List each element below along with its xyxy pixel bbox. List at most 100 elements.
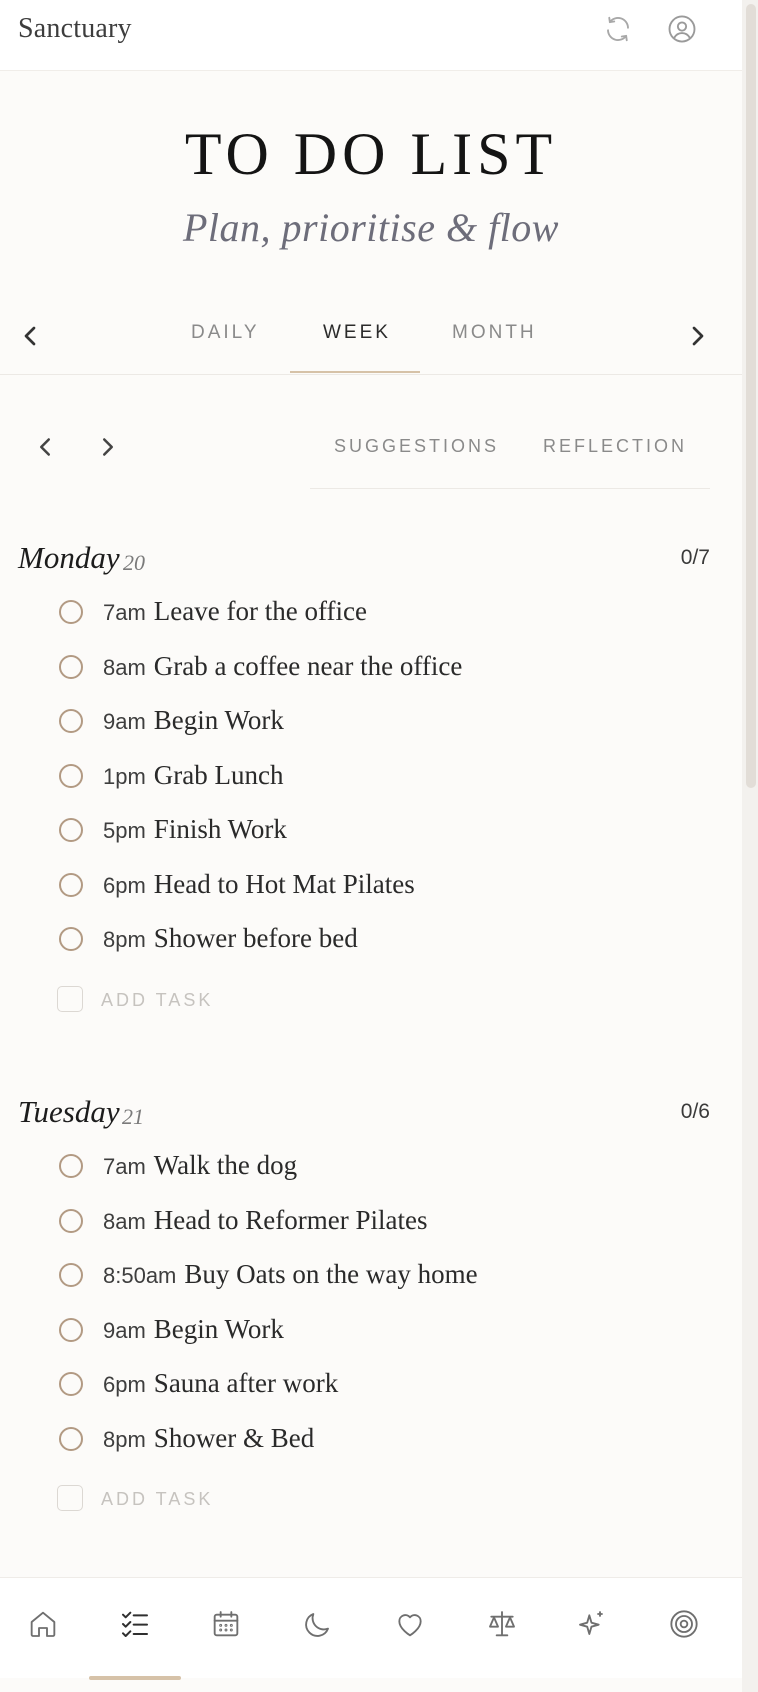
active-tab-indicator (290, 371, 420, 373)
task-checkbox[interactable] (59, 763, 83, 788)
scrollbar-thumb[interactable] (746, 4, 756, 788)
home-icon[interactable] (27, 1608, 59, 1640)
task-label: Begin Work (153, 1313, 284, 1344)
week-sub-nav: SUGGESTIONS REFLECTION (0, 420, 742, 490)
day-section-tuesday: Tuesday 21 0/6 7am Walk the dog 8am Head t… (0, 1092, 742, 1529)
scrollbar[interactable] (742, 0, 758, 1692)
task-checkbox[interactable] (59, 1208, 83, 1233)
calendar-icon[interactable] (210, 1608, 242, 1640)
task-checkbox[interactable] (59, 818, 83, 842)
task-text[interactable]: 8pm Shower before bed (103, 923, 358, 954)
sub-tabs-divider (310, 488, 710, 489)
app: Sanctuary TO DO LIST Plan, prioritise & … (0, 0, 742, 1692)
task-checkbox[interactable] (59, 1154, 83, 1178)
task-item[interactable]: 8am Head to Reformer Pilates (0, 1197, 742, 1252)
task-label: Shower & Bed (153, 1422, 315, 1453)
task-checkbox[interactable] (59, 709, 83, 733)
add-task-row[interactable]: ADD TASK (0, 1469, 742, 1529)
target-icon[interactable] (668, 1608, 700, 1640)
task-text[interactable]: 6pm Sauna after work (103, 1368, 338, 1399)
tab-reflection[interactable]: REFLECTION (543, 436, 687, 457)
brand-name[interactable]: Sanctuary (18, 13, 132, 45)
chevron-left-icon[interactable] (14, 320, 46, 352)
task-item[interactable]: 8pm Shower before bed (0, 915, 742, 970)
add-task-row[interactable]: ADD TASK (0, 970, 742, 1030)
checklist-icon[interactable] (119, 1608, 151, 1640)
tab-week[interactable]: WEEK (323, 322, 391, 344)
tab-daily[interactable]: DAILY (191, 322, 260, 344)
day-header: Tuesday 21 0/6 (0, 1092, 742, 1142)
refresh-icon[interactable] (603, 14, 633, 44)
task-checkbox[interactable] (59, 872, 83, 897)
task-text[interactable]: 8am Grab a coffee near the office (103, 651, 462, 682)
task-text[interactable]: 9am Begin Work (103, 1314, 284, 1345)
task-text[interactable]: 1pm Grab Lunch (103, 760, 284, 791)
task-time: 8am (103, 654, 146, 680)
task-time: 9am (103, 709, 146, 734)
chevron-right-icon[interactable] (682, 320, 714, 352)
task-checkbox[interactable] (59, 1372, 83, 1396)
task-checkbox[interactable] (59, 1263, 83, 1287)
tab-month[interactable]: MONTH (452, 322, 537, 344)
task-item[interactable]: 7am Walk the dog (0, 1142, 742, 1197)
task-time: 6pm (103, 1372, 146, 1397)
bottom-nav (0, 1577, 742, 1680)
add-task-checkbox[interactable] (57, 985, 83, 1012)
task-label: Leave for the office (153, 596, 367, 626)
task-item[interactable]: 9am Begin Work (0, 697, 742, 752)
task-item[interactable]: 6pm Sauna after work (0, 1360, 742, 1415)
moon-icon[interactable] (302, 1608, 334, 1640)
task-text[interactable]: 9am Begin Work (103, 705, 284, 736)
task-item[interactable]: 9am Begin Work (0, 1306, 742, 1361)
period-tabs: DAILY WEEK MONTH (0, 300, 742, 375)
task-item[interactable]: 7am Leave for the office (0, 588, 742, 643)
task-label: Grab a coffee near the office (153, 650, 463, 681)
add-task-input[interactable]: ADD TASK (101, 990, 213, 1011)
task-text[interactable]: 7am Walk the dog (103, 1150, 297, 1181)
task-time: 8pm (103, 1426, 146, 1452)
task-time: 5pm (103, 818, 146, 843)
task-checkbox[interactable] (59, 1426, 83, 1451)
task-time: 1pm (103, 763, 146, 789)
task-label: Buy Oats on the way home (184, 1259, 478, 1289)
day-header: Monday 20 0/7 (0, 538, 742, 588)
task-checkbox[interactable] (59, 654, 83, 679)
sparkle-icon[interactable] (576, 1608, 608, 1640)
prev-week-icon[interactable] (30, 432, 60, 462)
task-checkbox[interactable] (59, 927, 83, 951)
task-count: 0/6 (680, 1100, 710, 1123)
task-text[interactable]: 8:50am Buy Oats on the way home (103, 1259, 478, 1290)
task-time: 8am (103, 1208, 146, 1234)
task-time: 9am (103, 1317, 146, 1343)
app-header: Sanctuary (0, 0, 742, 71)
page-title: TO DO LIST (184, 121, 558, 187)
tab-suggestions[interactable]: SUGGESTIONS (334, 436, 499, 457)
task-label: Walk the dog (153, 1150, 298, 1180)
task-item[interactable]: 8:50am Buy Oats on the way home (0, 1251, 742, 1306)
task-checkbox[interactable] (59, 600, 83, 624)
task-text[interactable]: 7am Leave for the office (103, 596, 367, 627)
task-label: Sauna after work (153, 1368, 339, 1398)
task-item[interactable]: 8am Grab a coffee near the office (0, 643, 742, 698)
add-task-checkbox[interactable] (57, 1485, 83, 1511)
task-text[interactable]: 8pm Shower & Bed (103, 1423, 314, 1454)
task-label: Head to Hot Mat Pilates (153, 868, 415, 899)
task-text[interactable]: 8am Head to Reformer Pilates (103, 1205, 427, 1236)
heart-icon[interactable] (394, 1608, 426, 1640)
task-time: 7am (103, 600, 146, 625)
day-name: Monday (18, 540, 120, 575)
user-profile-icon[interactable] (667, 14, 697, 44)
scale-icon[interactable] (486, 1608, 518, 1640)
task-item[interactable]: 6pm Head to Hot Mat Pilates (0, 861, 742, 916)
task-item[interactable]: 1pm Grab Lunch (0, 752, 742, 807)
add-task-input[interactable]: ADD TASK (101, 1489, 213, 1510)
task-checkbox[interactable] (59, 1317, 83, 1342)
next-week-icon[interactable] (93, 432, 123, 462)
task-item[interactable]: 8pm Shower & Bed (0, 1415, 742, 1470)
task-time: 7am (103, 1154, 146, 1179)
page-subtitle: Plan, prioritise & flow (183, 205, 559, 250)
task-label: Grab Lunch (153, 759, 284, 790)
task-item[interactable]: 5pm Finish Work (0, 806, 742, 861)
task-text[interactable]: 6pm Head to Hot Mat Pilates (103, 869, 415, 900)
task-text[interactable]: 5pm Finish Work (103, 814, 287, 845)
